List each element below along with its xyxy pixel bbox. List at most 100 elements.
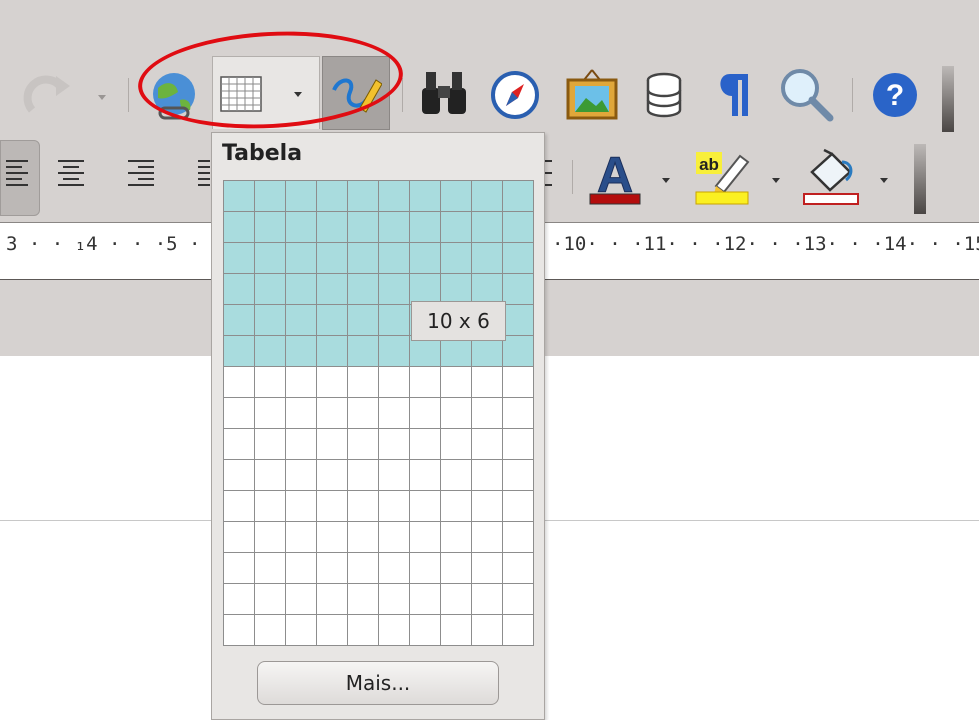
- table-grid-cell[interactable]: [348, 336, 378, 366]
- table-grid-cell[interactable]: [441, 398, 471, 428]
- justify-icon[interactable]: [196, 158, 210, 188]
- table-grid-cell[interactable]: [410, 584, 440, 614]
- table-grid-cell[interactable]: [286, 429, 316, 459]
- table-grid-cell[interactable]: [503, 584, 533, 614]
- table-grid-cell[interactable]: [379, 398, 409, 428]
- table-grid-cell[interactable]: [255, 274, 285, 304]
- formatting-marks-pilcrow-icon[interactable]: [712, 70, 752, 120]
- table-grid-cell[interactable]: [379, 243, 409, 273]
- toolbar-overflow-handle-2[interactable]: [914, 144, 926, 214]
- table-grid-cell[interactable]: [224, 553, 254, 583]
- table-grid-cell[interactable]: [379, 553, 409, 583]
- table-grid-cell[interactable]: [410, 274, 440, 304]
- table-grid-cell[interactable]: [472, 429, 502, 459]
- help-icon[interactable]: ?: [870, 70, 920, 120]
- table-grid-cell[interactable]: [255, 460, 285, 490]
- table-grid-cell[interactable]: [348, 212, 378, 242]
- gallery-picture-icon[interactable]: [566, 68, 618, 120]
- table-grid-cell[interactable]: [441, 212, 471, 242]
- table-grid-cell[interactable]: [472, 274, 502, 304]
- table-grid-cell[interactable]: [224, 336, 254, 366]
- table-grid-cell[interactable]: [317, 336, 347, 366]
- table-grid-cell[interactable]: [503, 181, 533, 211]
- table-grid-cell[interactable]: [317, 305, 347, 335]
- background-color-dropdown-arrow[interactable]: [880, 178, 888, 183]
- table-grid-cell[interactable]: [472, 491, 502, 521]
- table-grid-cell[interactable]: [255, 429, 285, 459]
- table-grid-cell[interactable]: [255, 584, 285, 614]
- navigator-compass-icon[interactable]: [490, 70, 540, 120]
- table-grid-cell[interactable]: [503, 522, 533, 552]
- table-grid-cell[interactable]: [286, 367, 316, 397]
- table-grid-cell[interactable]: [224, 398, 254, 428]
- table-grid-cell[interactable]: [379, 491, 409, 521]
- table-grid-cell[interactable]: [348, 429, 378, 459]
- table-grid-cell[interactable]: [410, 398, 440, 428]
- table-grid-cell[interactable]: [348, 243, 378, 273]
- table-grid-cell[interactable]: [286, 181, 316, 211]
- table-grid-cell[interactable]: [441, 243, 471, 273]
- table-grid-cell[interactable]: [224, 243, 254, 273]
- table-grid-cell[interactable]: [348, 553, 378, 583]
- table-grid-cell[interactable]: [317, 491, 347, 521]
- font-color-icon[interactable]: A: [588, 147, 642, 206]
- redo-dropdown-arrow[interactable]: [98, 95, 106, 100]
- highlighting-dropdown-arrow[interactable]: [772, 178, 780, 183]
- table-grid-cell[interactable]: [317, 274, 347, 304]
- table-grid-cell[interactable]: [472, 522, 502, 552]
- table-grid-cell[interactable]: [255, 336, 285, 366]
- table-grid-cell[interactable]: [472, 460, 502, 490]
- table-grid-cell[interactable]: [379, 522, 409, 552]
- table-grid-cell[interactable]: [286, 336, 316, 366]
- table-grid-cell[interactable]: [224, 305, 254, 335]
- table-grid-cell[interactable]: [255, 491, 285, 521]
- table-grid-cell[interactable]: [348, 181, 378, 211]
- table-grid-cell[interactable]: [472, 367, 502, 397]
- table-grid-cell[interactable]: [348, 522, 378, 552]
- align-center-icon[interactable]: [56, 158, 86, 188]
- background-color-paint-bucket-icon[interactable]: [802, 148, 862, 206]
- table-grid-cell[interactable]: [379, 212, 409, 242]
- table-grid-cell[interactable]: [441, 367, 471, 397]
- table-grid-cell[interactable]: [286, 212, 316, 242]
- table-grid-cell[interactable]: [348, 460, 378, 490]
- table-grid-cell[interactable]: [410, 460, 440, 490]
- font-color-dropdown-arrow[interactable]: [662, 178, 670, 183]
- table-grid-cell[interactable]: [224, 429, 254, 459]
- table-grid-cell[interactable]: [441, 181, 471, 211]
- table-grid-cell[interactable]: [441, 553, 471, 583]
- table-grid-cell[interactable]: [441, 615, 471, 645]
- table-grid-cell[interactable]: [317, 584, 347, 614]
- table-grid-cell[interactable]: [317, 553, 347, 583]
- toolbar-overflow-handle[interactable]: [942, 66, 954, 132]
- table-grid-cell[interactable]: [503, 615, 533, 645]
- table-grid-cell[interactable]: [503, 491, 533, 521]
- table-grid-cell[interactable]: [379, 274, 409, 304]
- table-grid-cell[interactable]: [224, 367, 254, 397]
- table-grid-cell[interactable]: [317, 367, 347, 397]
- table-grid-cell[interactable]: [255, 398, 285, 428]
- table-grid-cell[interactable]: [503, 398, 533, 428]
- table-grid-cell[interactable]: [286, 491, 316, 521]
- table-grid-cell[interactable]: [472, 615, 502, 645]
- table-grid-cell[interactable]: [441, 491, 471, 521]
- data-sources-database-icon[interactable]: [644, 72, 684, 118]
- table-grid-cell[interactable]: [317, 212, 347, 242]
- table-grid-cell[interactable]: [410, 615, 440, 645]
- table-grid-cell[interactable]: [503, 274, 533, 304]
- table-grid-cell[interactable]: [379, 181, 409, 211]
- table-grid-cell[interactable]: [379, 367, 409, 397]
- table-grid-cell[interactable]: [503, 305, 533, 335]
- table-grid-cell[interactable]: [317, 429, 347, 459]
- table-grid-cell[interactable]: [317, 522, 347, 552]
- table-grid-cell[interactable]: [286, 305, 316, 335]
- table-grid-cell[interactable]: [224, 491, 254, 521]
- table-grid-cell[interactable]: [286, 274, 316, 304]
- table-grid-cell[interactable]: [317, 460, 347, 490]
- align-right-icon[interactable]: [126, 158, 156, 188]
- table-grid-cell[interactable]: [503, 460, 533, 490]
- table-grid-cell[interactable]: [224, 522, 254, 552]
- table-grid-cell[interactable]: [410, 553, 440, 583]
- table-grid-cell[interactable]: [224, 584, 254, 614]
- table-grid-cell[interactable]: [503, 553, 533, 583]
